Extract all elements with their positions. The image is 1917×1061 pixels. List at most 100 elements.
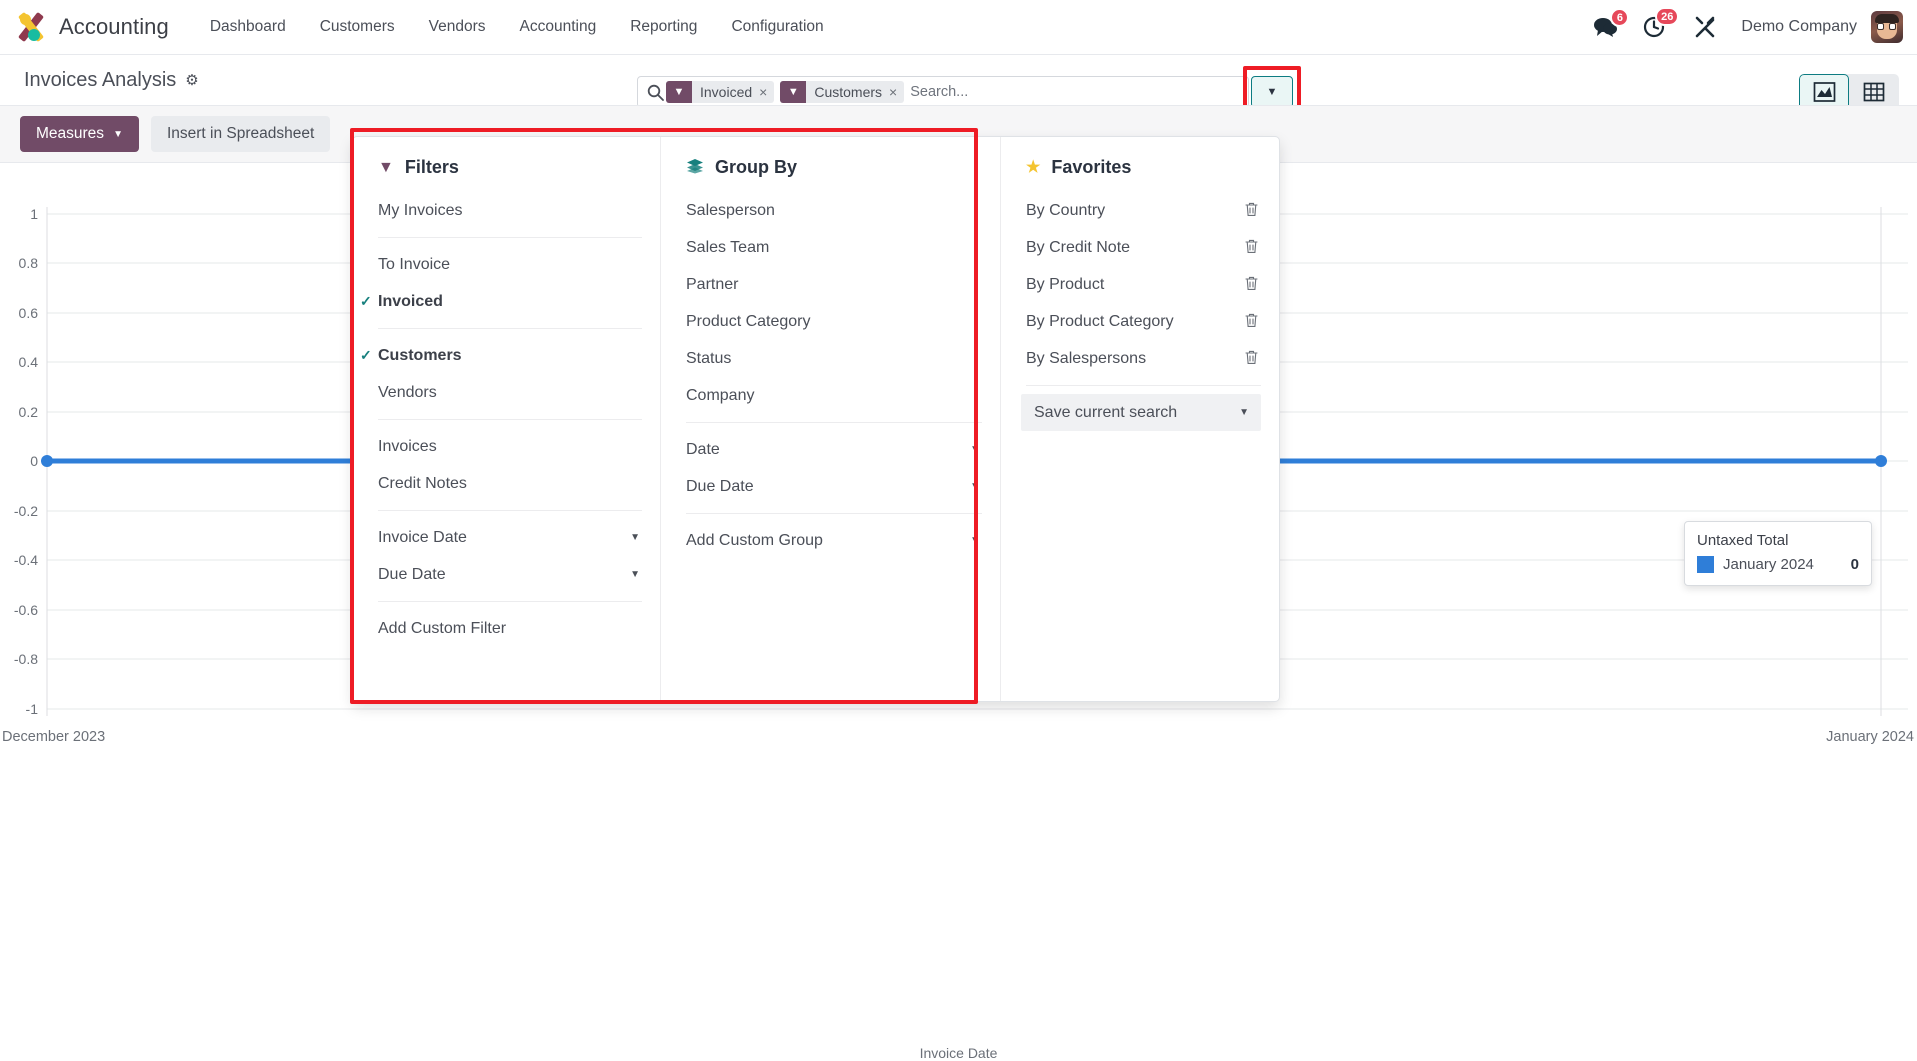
save-current-search-button[interactable]: Save current search ▼	[1021, 394, 1261, 431]
tooltip-row: January 2024 0	[1697, 556, 1859, 573]
filters-title: Filters	[404, 157, 459, 177]
groupby-item-sales-team[interactable]: Sales Team	[661, 229, 1000, 266]
svg-text:0: 0	[30, 453, 38, 469]
groupby-item-product-category[interactable]: Product Category	[661, 303, 1000, 340]
nav-item-reporting[interactable]: Reporting	[613, 10, 714, 44]
trash-icon[interactable]	[1244, 201, 1259, 221]
activities-button[interactable]: 26	[1633, 7, 1680, 45]
groupby-item-salesperson[interactable]: Salesperson	[661, 192, 1000, 229]
trash-icon[interactable]	[1244, 275, 1259, 295]
group-by-column: Group By Salesperson Sales Team Partner …	[661, 137, 1001, 701]
gear-icon[interactable]: ⚙	[185, 73, 198, 88]
svg-text:-1: -1	[26, 701, 39, 717]
filter-label: To Invoice	[378, 255, 451, 273]
chart-x-axis-title: Invoice Date	[919, 1045, 998, 1061]
trash-icon[interactable]	[1244, 312, 1259, 332]
groupby-item-partner[interactable]: Partner	[661, 266, 1000, 303]
favorite-label: By Salespersons	[1026, 349, 1147, 367]
filter-item-credit-notes[interactable]: Credit Notes	[353, 465, 660, 502]
favorite-item-by-credit-note[interactable]: By Credit Note	[1001, 229, 1279, 266]
tooltip-value: 0	[1850, 556, 1859, 573]
nav-item-customers[interactable]: Customers	[303, 10, 412, 44]
filter-item-customers[interactable]: ✓ Customers	[353, 337, 660, 374]
chevron-down-icon: ▼	[970, 535, 980, 546]
svg-text:January 2024: January 2024	[1826, 729, 1914, 745]
filters-column: ▼ Filters My Invoices To Invoice ✓ Invoi…	[353, 137, 661, 701]
tooltip-series-label: January 2024	[1723, 556, 1814, 573]
messages-button[interactable]: 6	[1583, 8, 1630, 44]
nav-item-dashboard[interactable]: Dashboard	[193, 10, 303, 44]
svg-text:0.4: 0.4	[19, 354, 39, 370]
group-by-header: Group By	[661, 151, 1000, 192]
filter-item-invoice-date[interactable]: Invoice Date ▼	[353, 519, 660, 556]
favorite-item-by-product[interactable]: By Product	[1001, 266, 1279, 303]
chevron-down-icon: ▼	[630, 569, 640, 580]
filter-label: Add Custom Filter	[378, 619, 507, 637]
chart-x-tick-labels: December 2023 January 2024	[2, 729, 1914, 745]
nav-item-configuration[interactable]: Configuration	[714, 10, 840, 44]
menu-divider	[378, 328, 642, 329]
filter-funnel-icon: ▼	[666, 81, 692, 103]
messages-count-badge: 6	[1610, 8, 1630, 27]
filter-label: Invoice Date	[378, 528, 467, 546]
facet-label: Invoiced	[700, 84, 753, 100]
filter-item-to-invoice[interactable]: To Invoice	[353, 246, 660, 283]
graph-chart-icon	[1813, 81, 1835, 102]
groupby-label: Product Category	[686, 312, 811, 330]
check-icon: ✓	[360, 347, 372, 363]
trash-icon[interactable]	[1244, 238, 1259, 258]
facet-remove-icon[interactable]: ×	[888, 84, 904, 100]
filter-item-add-custom-filter[interactable]: Add Custom Filter	[353, 610, 660, 647]
developer-tools-button[interactable]	[1683, 9, 1727, 45]
chevron-down-icon: ▼	[970, 444, 980, 455]
menu-divider	[378, 237, 642, 238]
company-name[interactable]: Demo Company	[1731, 18, 1867, 36]
filter-item-vendors[interactable]: Vendors	[353, 374, 660, 411]
groupby-item-date[interactable]: Date ▼	[661, 431, 1000, 468]
check-icon: ✓	[360, 293, 372, 309]
filter-item-my-invoices[interactable]: My Invoices	[353, 192, 660, 229]
search-facet-customers[interactable]: ▼ Customers ×	[780, 81, 905, 103]
svg-text:-0.8: -0.8	[14, 651, 38, 667]
facet-remove-icon[interactable]: ×	[758, 84, 774, 100]
filter-label: Due Date	[378, 565, 446, 583]
groupby-label: Partner	[686, 275, 739, 293]
user-avatar[interactable]	[1871, 11, 1903, 43]
favorite-item-by-salespersons[interactable]: By Salespersons	[1001, 340, 1279, 377]
groupby-item-company[interactable]: Company	[661, 377, 1000, 414]
app-name[interactable]: Accounting	[59, 14, 169, 40]
measures-label: Measures	[36, 125, 105, 142]
filter-funnel-icon: ▼	[780, 81, 807, 103]
trash-icon[interactable]	[1244, 349, 1259, 369]
svg-text:1: 1	[30, 206, 38, 222]
filter-item-invoices[interactable]: Invoices	[353, 428, 660, 465]
tooltip-color-swatch	[1697, 556, 1714, 573]
groupby-item-status[interactable]: Status	[661, 340, 1000, 377]
filter-label: Customers	[378, 346, 462, 364]
search-icon	[644, 84, 666, 101]
filter-label: Credit Notes	[378, 474, 467, 492]
measures-button[interactable]: Measures ▼	[20, 116, 139, 152]
search-dropdown-toggle-button[interactable]: ▼	[1251, 76, 1293, 108]
search-input[interactable]	[910, 84, 1242, 100]
svg-text:0.6: 0.6	[19, 305, 39, 321]
favorite-item-by-country[interactable]: By Country	[1001, 192, 1279, 229]
groupby-item-due-date[interactable]: Due Date ▼	[661, 468, 1000, 505]
pivot-table-icon	[1863, 82, 1885, 102]
chevron-down-icon: ▼	[970, 481, 980, 492]
main-menu: Dashboard Customers Vendors Accounting R…	[193, 10, 841, 44]
filter-item-invoiced[interactable]: ✓ Invoiced	[353, 283, 660, 320]
groupby-item-add-custom-group[interactable]: Add Custom Group ▼	[661, 522, 1000, 559]
nav-item-vendors[interactable]: Vendors	[412, 10, 503, 44]
search-view[interactable]: ▼ Invoiced × ▼ Customers ×	[637, 76, 1249, 108]
chart-tooltip: Untaxed Total January 2024 0	[1684, 521, 1872, 586]
search-facet-invoiced[interactable]: ▼ Invoiced ×	[666, 81, 775, 103]
nav-item-accounting[interactable]: Accounting	[503, 10, 614, 44]
group-by-title: Group By	[715, 157, 798, 177]
favorites-title: Favorites	[1051, 157, 1132, 177]
insert-in-spreadsheet-button[interactable]: Insert in Spreadsheet	[150, 116, 331, 152]
favorite-item-by-product-category[interactable]: By Product Category	[1001, 303, 1279, 340]
search-dropdown-panel: ▼ Filters My Invoices To Invoice ✓ Invoi…	[352, 136, 1280, 702]
filter-item-due-date[interactable]: Due Date ▼	[353, 556, 660, 593]
odoo-logo-icon[interactable]	[14, 10, 48, 44]
